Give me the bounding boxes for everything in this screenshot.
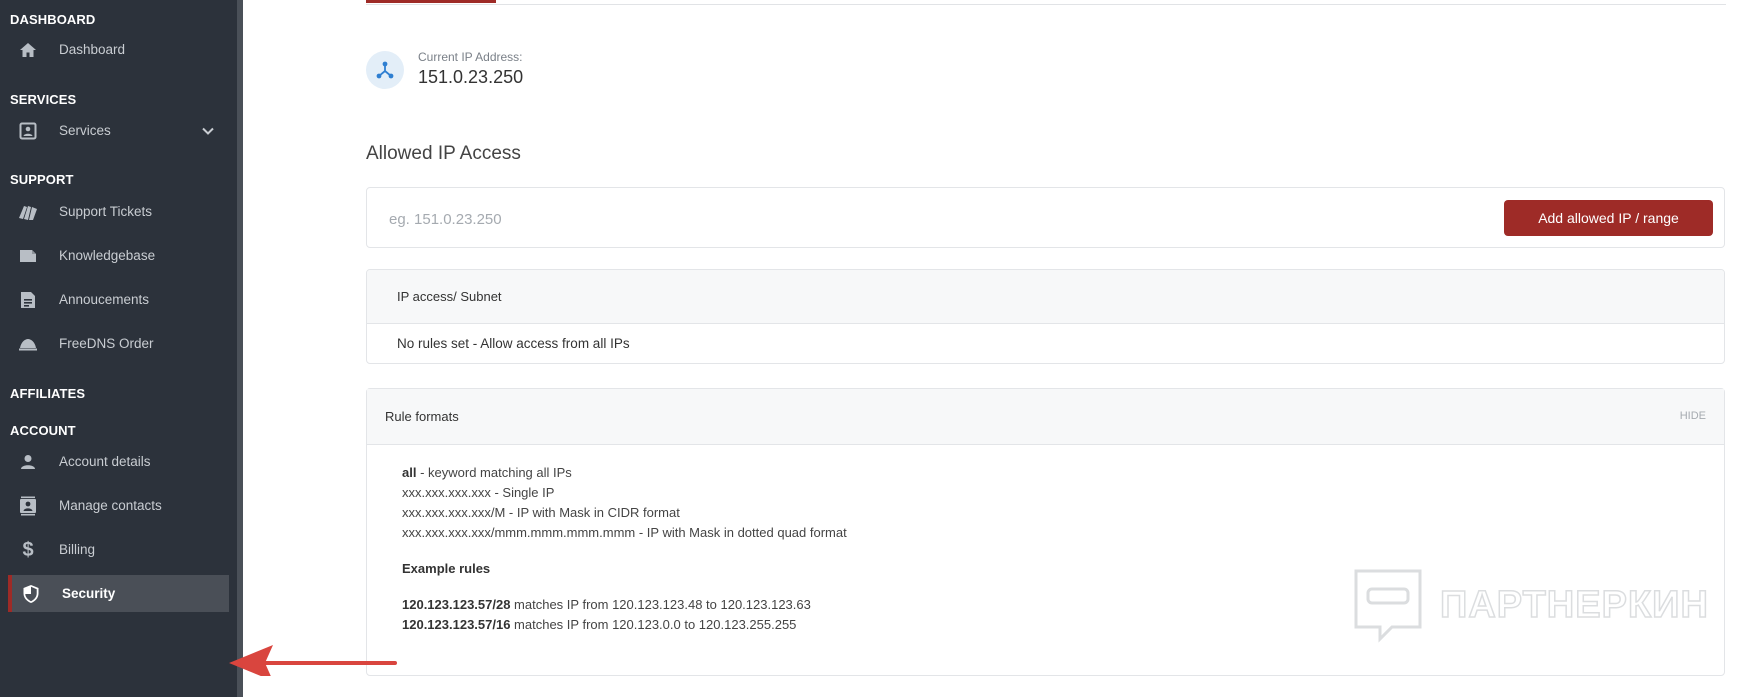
example-line: 120.123.123.57/16 matches IP from 120.12… <box>402 617 797 632</box>
current-ip-caption: Current IP Address: <box>418 50 523 64</box>
sidebar: DASHBOARD Dashboard SERVICES Services SU… <box>0 0 241 697</box>
hide-rule-formats-link[interactable]: HIDE <box>1680 410 1706 422</box>
sidebar-item-label: Services <box>59 123 111 138</box>
dollar-icon: $ <box>22 538 34 561</box>
section-heading-affiliates: AFFILIATES <box>10 386 86 401</box>
home-icon <box>18 40 38 60</box>
person-icon <box>18 452 38 472</box>
section-heading-account: ACCOUNT <box>10 423 76 438</box>
sidebar-item-label: Account details <box>59 454 151 469</box>
empty-rules-message: No rules set - Allow access from all IPs <box>397 336 630 351</box>
freedns-icon <box>18 334 38 354</box>
contacts-icon <box>18 496 38 516</box>
sidebar-item-announcements[interactable]: Annoucements <box>0 281 230 319</box>
column-header-ip-subnet: IP access/ Subnet <box>397 289 502 304</box>
active-tab-indicator <box>366 0 496 3</box>
sidebar-item-label: Knowledgebase <box>59 248 156 263</box>
format-line: xxx.xxx.xxx.xxx - Single IP <box>402 485 555 500</box>
format-line: all - keyword matching all IPs <box>402 465 572 480</box>
rule-formats-body: all - keyword matching all IPs xxx.xxx.x… <box>402 463 847 635</box>
format-line: xxx.xxx.xxx.xxx/mmm.mmm.mmm.mmm - IP wit… <box>402 525 847 540</box>
sidebar-item-label: Support Tickets <box>59 204 153 219</box>
watermark-text: ПАРТНЕРКИН <box>1439 583 1709 627</box>
watermark-logo-icon <box>1354 569 1422 643</box>
allowed-ip-input[interactable] <box>377 202 1091 236</box>
ip-rules-table: IP access/ Subnet No rules set - Allow a… <box>366 269 1725 364</box>
sidebar-item-label: Dashboard <box>59 42 126 57</box>
sidebar-item-label: Billing <box>59 542 96 557</box>
sidebar-item-account-details[interactable]: Account details <box>0 443 230 481</box>
sidebar-item-label: Manage contacts <box>59 498 162 513</box>
example-line: 120.123.123.57/28 matches IP from 120.12… <box>402 597 811 612</box>
sidebar-item-billing[interactable]: $ Billing <box>0 531 230 569</box>
knowledgebase-icon <box>18 246 38 266</box>
annotation-arrow-icon <box>229 645 397 676</box>
section-heading-services: SERVICES <box>10 92 77 107</box>
rule-formats-header: Rule formats HIDE <box>367 389 1724 445</box>
sidebar-item-knowledgebase[interactable]: Knowledgebase <box>0 237 230 275</box>
allowed-ip-title: Allowed IP Access <box>366 143 521 164</box>
sidebar-item-freedns-order[interactable]: FreeDNS Order <box>0 325 230 363</box>
chevron-down-icon[interactable] <box>200 123 216 139</box>
table-row: No rules set - Allow access from all IPs <box>367 324 1724 363</box>
announcements-icon <box>18 290 38 310</box>
services-icon <box>18 121 38 141</box>
current-ip-value: 151.0.23.250 <box>418 67 524 87</box>
network-icon <box>366 51 404 89</box>
sidebar-item-label: Security <box>62 586 116 601</box>
section-heading-dashboard: DASHBOARD <box>10 12 96 27</box>
example-rules-title: Example rules <box>402 561 491 576</box>
sidebar-item-label: FreeDNS Order <box>59 336 154 351</box>
rule-formats-title: Rule formats <box>385 409 459 424</box>
sidebar-item-manage-contacts[interactable]: Manage contacts <box>0 487 230 525</box>
add-allowed-ip-button[interactable]: Add allowed IP / range <box>1504 200 1713 236</box>
sidebar-item-security[interactable]: Security <box>8 575 229 612</box>
sidebar-scroll-edge[interactable] <box>237 0 243 697</box>
sidebar-item-services[interactable]: Services <box>0 112 230 150</box>
tickets-icon <box>18 202 38 222</box>
tab-bar <box>366 0 1726 5</box>
sidebar-item-dashboard[interactable]: Dashboard <box>0 31 230 69</box>
allowed-ip-form: Add allowed IP / range <box>366 187 1725 248</box>
format-line: xxx.xxx.xxx.xxx/M - IP with Mask in CIDR… <box>402 505 680 520</box>
table-header: IP access/ Subnet <box>367 270 1724 324</box>
sidebar-item-label: Annoucements <box>59 292 150 307</box>
shield-icon <box>21 584 41 604</box>
section-heading-support: SUPPORT <box>10 172 74 187</box>
watermark: ПАРТНЕРКИН <box>1352 567 1709 643</box>
sidebar-item-support-tickets[interactable]: Support Tickets <box>0 193 230 231</box>
